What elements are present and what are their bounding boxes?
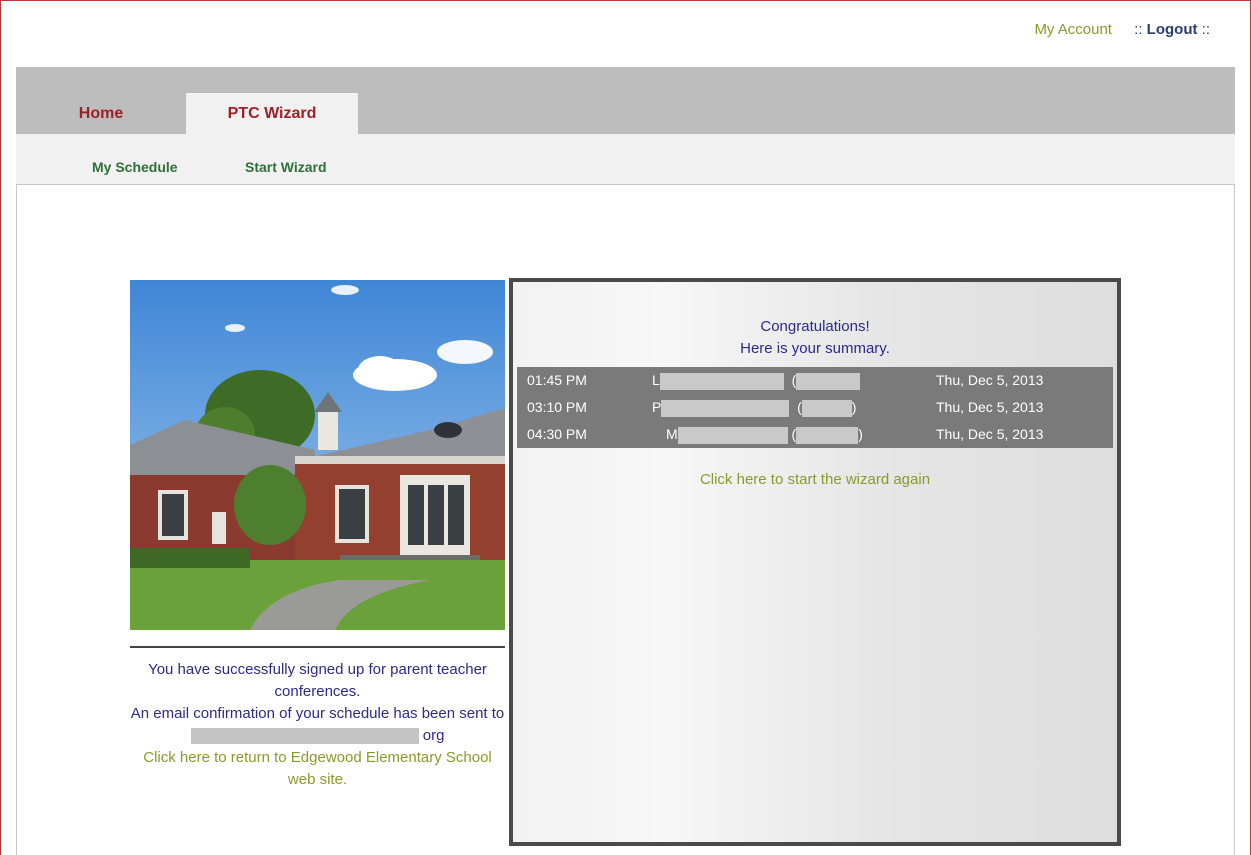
school-building-image bbox=[130, 280, 505, 630]
redacted-room bbox=[796, 372, 861, 390]
sub-navigation: My Schedule Start Wizard bbox=[16, 134, 1235, 184]
school-photo bbox=[130, 280, 505, 630]
appointment-teacher: M () bbox=[666, 426, 863, 444]
appointment-teacher: L ( bbox=[652, 367, 861, 394]
email-address: org bbox=[130, 725, 505, 747]
start-wizard-link[interactable]: Start Wizard bbox=[245, 159, 327, 175]
logout-link[interactable]: :: Logout :: bbox=[1134, 21, 1210, 38]
summary-subtitle: Here is your summary. bbox=[740, 340, 890, 357]
confirmation-message: You have successfully signed up for pare… bbox=[130, 659, 505, 791]
appointment-time: 01:45 PM bbox=[527, 372, 587, 388]
summary-heading: Congratulations! Here is your summary. bbox=[513, 316, 1117, 360]
photo-divider bbox=[130, 646, 505, 648]
restart-wizard-link[interactable]: Click here to start the wizard again bbox=[513, 471, 1117, 488]
redacted-room bbox=[796, 426, 859, 444]
appointment-date: Thu, Dec 5, 2013 bbox=[936, 426, 1044, 442]
return-to-school-link[interactable]: Click here to return to Edgewood Element… bbox=[143, 749, 492, 788]
top-links: My Account :: Logout :: bbox=[1034, 21, 1210, 38]
table-row: 03:10 PM P () Thu, Dec 5, 2013 bbox=[517, 394, 1113, 421]
appointment-table: 01:45 PM L ( Thu, Dec 5, 2013 03:10 PM P… bbox=[517, 367, 1113, 448]
redacted-email bbox=[190, 728, 419, 745]
redacted-name bbox=[659, 372, 784, 390]
email-suffix: org bbox=[422, 727, 445, 744]
my-schedule-link[interactable]: My Schedule bbox=[92, 159, 178, 175]
redacted-name bbox=[661, 399, 790, 417]
table-row: 04:30 PM M () Thu, Dec 5, 2013 bbox=[517, 421, 1113, 448]
redacted-name bbox=[677, 426, 788, 444]
tab-ptc-wizard[interactable]: PTC Wizard bbox=[186, 93, 358, 134]
page: My Account :: Logout :: Home PTC Wizard … bbox=[0, 0, 1251, 855]
signup-success-text: You have successfully signed up for pare… bbox=[148, 661, 487, 700]
summary-panel: Congratulations! Here is your summary. 0… bbox=[509, 278, 1121, 846]
table-row: 01:45 PM L ( Thu, Dec 5, 2013 bbox=[517, 367, 1113, 394]
appointment-time: 03:10 PM bbox=[527, 399, 587, 415]
tab-bar: Home PTC Wizard bbox=[16, 67, 1235, 134]
redacted-room bbox=[801, 399, 852, 417]
appointment-teacher: P () bbox=[652, 399, 857, 417]
email-sent-text: An email confirmation of your schedule h… bbox=[130, 705, 505, 722]
my-account-link[interactable]: My Account bbox=[1034, 21, 1112, 38]
appointment-date: Thu, Dec 5, 2013 bbox=[936, 372, 1044, 388]
appointment-date: Thu, Dec 5, 2013 bbox=[936, 399, 1044, 415]
congratulations-text: Congratulations! bbox=[760, 318, 870, 335]
tab-home[interactable]: Home bbox=[16, 93, 186, 134]
appointment-time: 04:30 PM bbox=[527, 426, 587, 442]
